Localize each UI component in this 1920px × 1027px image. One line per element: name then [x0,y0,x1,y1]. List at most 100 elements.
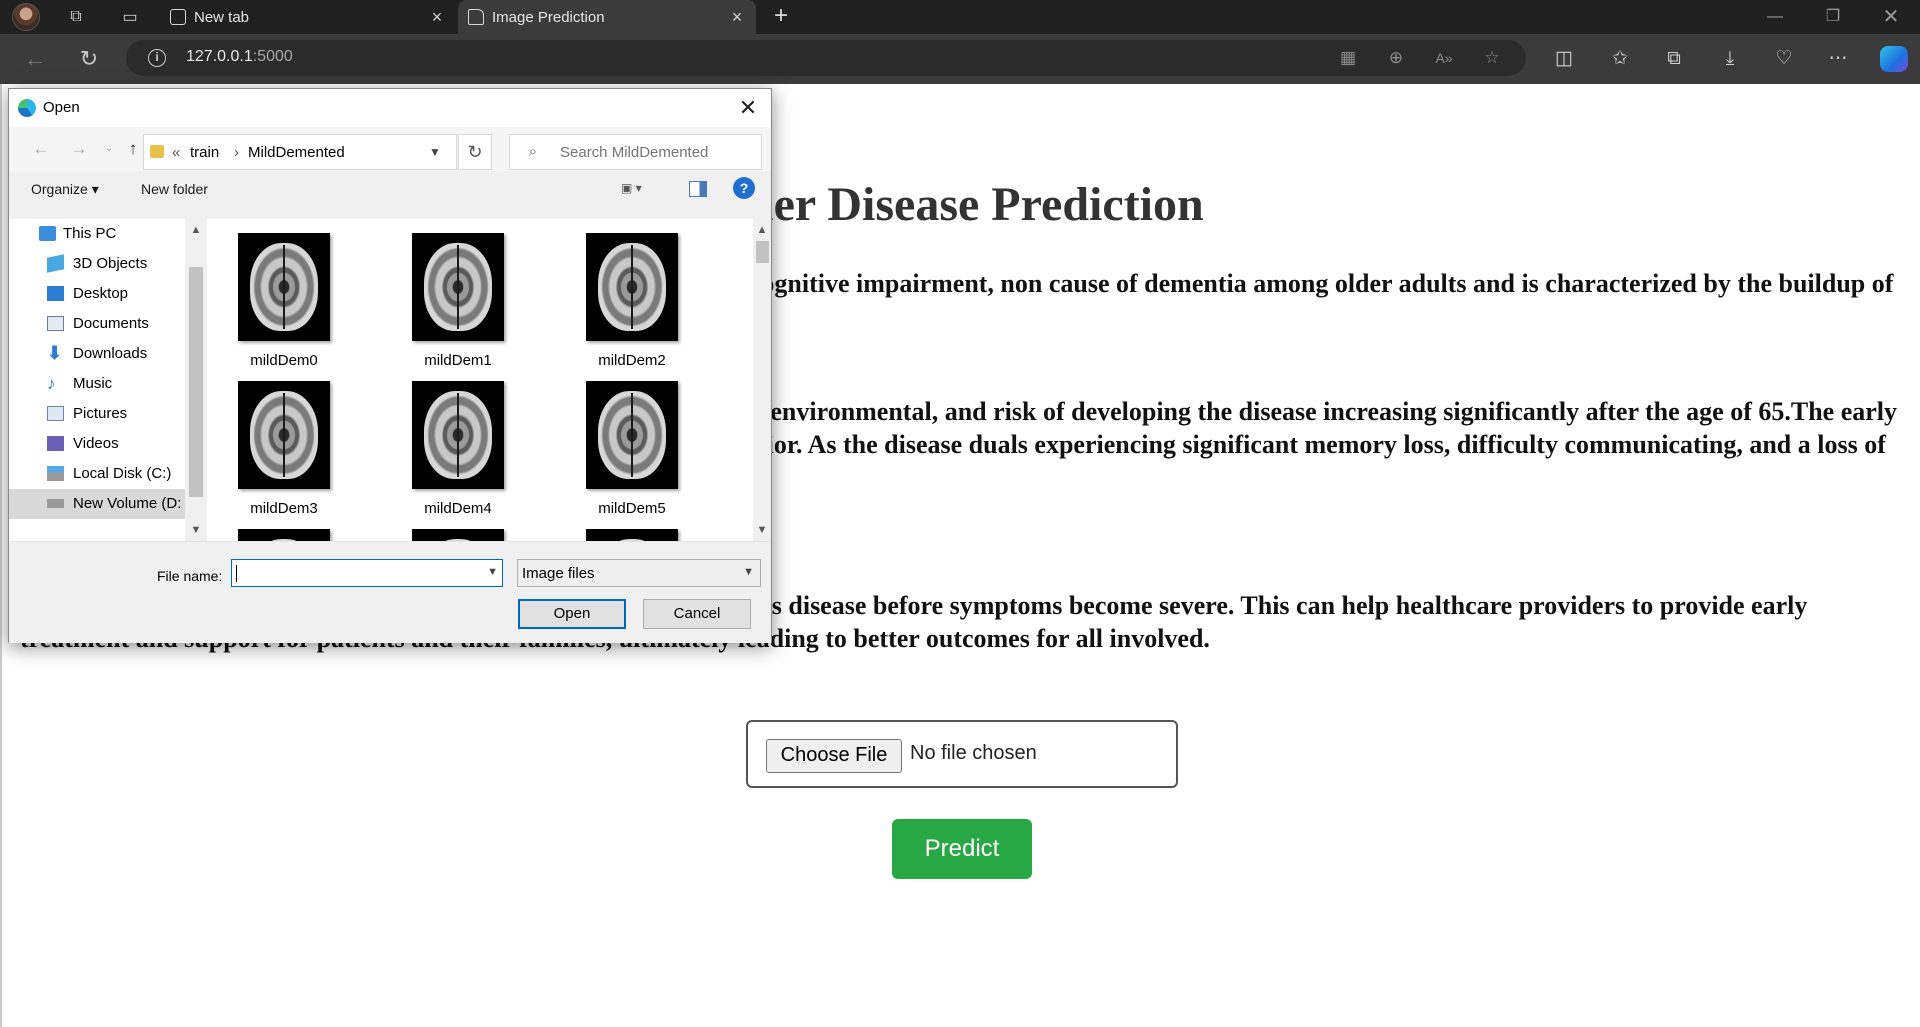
file-list-scrollbar[interactable]: ▲ ▼ [753,219,771,541]
workspaces-icon[interactable]: ⧉ [64,5,88,29]
help-icon[interactable]: ? [733,177,755,199]
nav-item-local-disk-c[interactable]: Local Disk (C:) [9,459,185,489]
nav-item-downloads[interactable]: ⬇ Downloads [9,339,185,369]
split-screen-icon[interactable]: ◫ [1550,45,1578,73]
breadcrumb-train[interactable]: train [190,144,219,161]
navigation-scrollbar[interactable]: ▲ ▼ [185,219,207,541]
back-icon[interactable]: ← [22,46,48,72]
nav-item-this-pc[interactable]: This PC [9,219,185,249]
favorites-icon[interactable]: ✩ [1606,45,1634,73]
file-name: mildDem1 [424,352,492,369]
breadcrumb-overflow[interactable]: « [172,144,180,161]
back-icon[interactable]: ← [31,139,51,159]
file-item-partial[interactable] [555,529,705,541]
file-item-partial[interactable] [381,529,531,541]
file-item-milddem4[interactable]: mildDem4 [381,381,531,521]
nav-item-videos[interactable]: Videos [9,429,185,459]
scrollbar-thumb[interactable] [189,267,203,497]
dialog-titlebar[interactable]: Open ✕ [9,89,771,127]
zoom-icon[interactable]: ⊕ [1384,47,1408,71]
chevron-down-icon[interactable]: ▼ [426,143,444,161]
open-button[interactable]: Open [518,599,626,629]
search-input[interactable] [560,144,750,161]
url-text[interactable]: 127.0.0.1:5000 [186,48,293,66]
collections-icon[interactable]: ⧉ [1660,45,1688,73]
file-item-milddem1[interactable]: mildDem1 [381,233,531,373]
file-status-text: No file chosen [910,742,1037,764]
new-folder-button[interactable]: New folder [141,181,208,197]
restore-icon[interactable]: ❐ [1818,4,1848,30]
documents-icon [47,316,64,331]
file-item-milddem5[interactable]: mildDem5 [555,381,705,521]
read-aloud-icon[interactable]: A» [1432,47,1456,71]
tab-image-prediction[interactable]: Image Prediction × [458,0,756,34]
refresh-button[interactable]: ↻ [458,134,492,170]
search-box[interactable]: ⌕ [509,134,762,170]
organize-button[interactable]: Organize ▾ [31,181,99,198]
file-item-milddem3[interactable]: mildDem3 [207,381,357,521]
dialog-title: Open [43,99,80,116]
tab-actions-icon[interactable]: ▭ [118,5,142,29]
preview-pane-icon[interactable] [689,181,707,197]
copilot-icon[interactable] [1880,46,1908,72]
file-name: mildDem2 [598,352,666,369]
file-type-select[interactable]: Image files ▼ [517,559,761,587]
nav-item-new-volume-d[interactable]: New Volume (D: [9,489,185,519]
nav-item-documents[interactable]: Documents [9,309,185,339]
profile-avatar[interactable] [12,3,40,31]
scroll-down-icon[interactable]: ▼ [755,523,769,537]
navigation-pane: This PC 3D Objects Desktop Documents ⬇ D… [9,219,185,541]
change-view-icon[interactable]: ▣ ▾ [621,181,655,199]
file-list-pane: mildDem0 mildDem1 mildDem2 mildDem3 mild… [207,219,753,541]
dialog-close-icon[interactable]: ✕ [735,95,761,121]
window-close-icon[interactable]: ✕ [1876,4,1906,30]
new-tab-button[interactable]: + [768,4,794,30]
file-item-partial[interactable] [207,529,357,541]
app-available-icon[interactable]: ▦ [1336,47,1360,71]
reload-icon[interactable]: ↻ [76,46,102,72]
choose-file-button[interactable]: Choose File [766,739,902,773]
search-icon: ⌕ [528,143,538,160]
nav-item-desktop[interactable]: Desktop [9,279,185,309]
favorite-star-icon[interactable]: ☆ [1480,47,1504,71]
site-info-icon[interactable]: i [148,49,166,67]
mri-thumbnail [412,233,504,341]
minimize-icon[interactable]: — [1760,4,1790,30]
mri-thumbnail [238,233,330,341]
mri-thumbnail [586,381,678,489]
predict-button[interactable]: Predict [892,819,1032,879]
forward-icon[interactable]: → [69,139,89,159]
mri-thumbnail [412,381,504,489]
pc-icon [39,226,56,241]
scroll-up-icon[interactable]: ▲ [189,223,203,237]
downloads-icon[interactable]: ⤓ [1716,45,1744,73]
pictures-icon [47,406,64,421]
mri-thumbnail [412,529,504,541]
address-bar[interactable]: i 127.0.0.1:5000 ▦ ⊕ A» ☆ [126,40,1526,76]
up-folder-icon[interactable]: ↑ [123,139,143,159]
new-tab-icon [170,9,186,25]
file-item-milddem0[interactable]: mildDem0 [207,233,357,373]
tab-new-tab[interactable]: New tab × [160,0,456,34]
drive-icon [47,466,64,481]
file-name-field[interactable]: ▼ [231,559,503,587]
scroll-down-icon[interactable]: ▼ [189,523,203,537]
more-menu-icon[interactable]: ⋯ [1824,45,1852,73]
nav-item-pictures[interactable]: Pictures [9,399,185,429]
browser-tab-bar: ⧉ ▭ New tab × Image Prediction × + — ❐ ✕ [0,0,1920,34]
close-tab-icon[interactable]: × [728,8,746,26]
file-item-milddem2[interactable]: mildDem2 [555,233,705,373]
scroll-up-icon[interactable]: ▲ [755,223,769,237]
nav-item-3d-objects[interactable]: 3D Objects [9,249,185,279]
scrollbar-thumb[interactable] [756,241,769,263]
browser-essentials-icon[interactable]: ♡ [1770,45,1798,73]
breadcrumb[interactable]: « train › MildDemented ▼ [143,134,457,170]
recent-locations-icon[interactable]: ⌄ [99,139,119,159]
close-tab-icon[interactable]: × [428,8,446,26]
breadcrumb-milddemented[interactable]: MildDemented [248,144,345,161]
chevron-down-icon[interactable]: ▼ [487,566,498,578]
file-upload-container: Choose File No file chosen [746,720,1178,788]
videos-icon [47,436,64,451]
nav-item-music[interactable]: ♪ Music [9,369,185,399]
cancel-button[interactable]: Cancel [643,599,751,629]
